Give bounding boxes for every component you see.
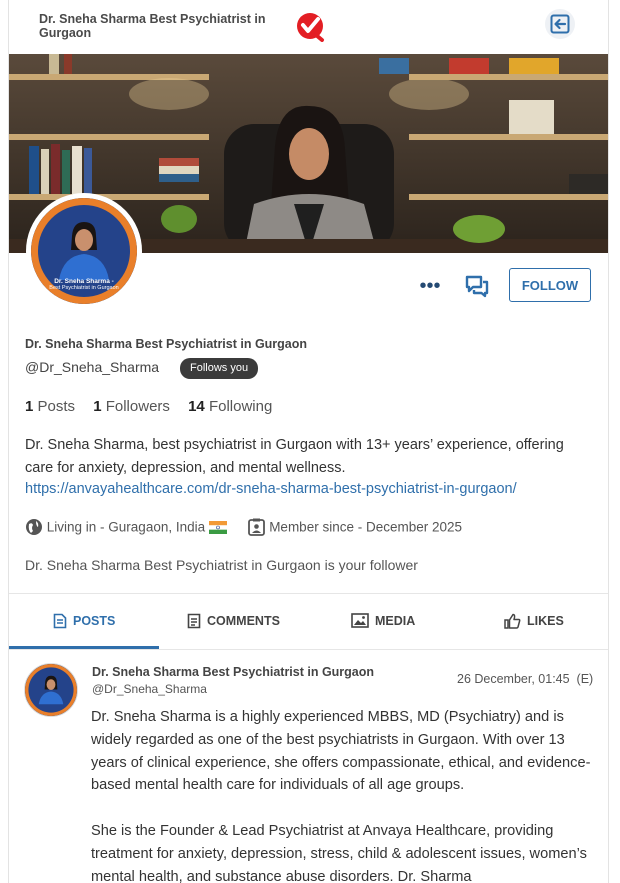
posts-label: Posts [37, 398, 76, 415]
profile-website-link[interactable]: https://anvayahealthcare.com/dr-sneha-sh… [25, 481, 517, 497]
location-text: Living in - Guragaon, India [46, 519, 206, 535]
brand-logo[interactable] [294, 10, 326, 42]
post-body: Dr. Sneha Sharma is a highly experienced… [91, 706, 596, 883]
profile-meta: Living in - Guragaon, India Member since… [25, 518, 462, 538]
tab-posts-label: POSTS [73, 614, 116, 628]
post-author-name[interactable]: Dr. Sneha Sharma Best Psychiatrist in Gu… [92, 665, 374, 679]
profile-stats: 1 Posts 1 Followers 14 Following [25, 398, 286, 415]
tab-media-label: MEDIA [375, 614, 416, 628]
tab-comments-label: COMMENTS [207, 614, 280, 628]
profile-name: Dr. Sneha Sharma Best Psychiatrist in Gu… [25, 337, 308, 351]
post-author-handle[interactable]: @Dr_Sneha_Sharma [92, 682, 207, 696]
post-paragraph-2: She is the Founder & Lead Psychiatrist a… [91, 822, 587, 883]
india-flag-icon [208, 520, 227, 534]
globe-icon [26, 519, 42, 535]
followers-count: 1 [93, 398, 102, 415]
page-title: Dr. Sneha Sharma Best Psychiatrist in Gu… [39, 12, 266, 40]
profile-page: Dr. Sneha Sharma Best Psychiatrist in Gu… [8, 0, 609, 883]
profile-tabs: POSTS COMMENTS MEDIA LIKES [9, 593, 608, 650]
avatar-caption-sub: Best Psychiatrist in Gurgaon [49, 285, 119, 291]
following-count: 14 [188, 398, 205, 415]
followers-label: Followers [105, 398, 170, 415]
posts-stat[interactable]: 1 Posts [25, 398, 75, 415]
follow-button[interactable]: FOLLOW [509, 268, 591, 302]
following-stat[interactable]: 14 Following [188, 398, 272, 415]
post-paragraph-1: Dr. Sneha Sharma is a highly experienced… [91, 709, 591, 794]
arrow-left-icon [550, 14, 570, 34]
follower-note: Dr. Sneha Sharma Best Psychiatrist in Gu… [25, 557, 418, 573]
profile-avatar[interactable]: Dr. Sneha Sharma - Best Psychiatrist in … [26, 193, 142, 309]
active-tab-indicator [9, 646, 159, 649]
follows-you-badge: Follows you [180, 358, 259, 379]
tab-media[interactable]: MEDIA [351, 594, 415, 649]
thumbs-up-icon [504, 613, 521, 629]
image-icon [351, 613, 369, 629]
profile-handle: @Dr_Sneha_Sharma [25, 359, 160, 375]
avatar-caption: Dr. Sneha Sharma - Best Psychiatrist in … [31, 278, 137, 292]
document-icon [53, 613, 67, 629]
member-card-icon [248, 518, 266, 536]
top-bar: Dr. Sneha Sharma Best Psychiatrist in Gu… [9, 0, 608, 54]
avatar-image: Dr. Sneha Sharma - Best Psychiatrist in … [31, 198, 137, 304]
posts-count: 1 [25, 398, 34, 415]
profile-bio: Dr. Sneha Sharma, best psychiatrist in G… [25, 437, 564, 476]
tab-likes[interactable]: LIKES [504, 594, 564, 649]
tab-posts[interactable]: POSTS [53, 594, 115, 649]
followers-stat[interactable]: 1 Followers [93, 398, 170, 415]
back-button[interactable] [545, 9, 575, 39]
post-edited-marker: (E) [576, 672, 594, 686]
tab-comments[interactable]: COMMENTS [187, 594, 280, 649]
post-author-avatar[interactable] [24, 663, 78, 717]
post-avatar-portrait [25, 664, 77, 716]
tab-likes-label: LIKES [527, 614, 564, 628]
message-icon[interactable] [464, 273, 490, 299]
post-time-text: 26 December, 01:45 [457, 672, 570, 686]
comment-icon [187, 613, 201, 629]
avatar-caption-name: Dr. Sneha Sharma - [54, 278, 114, 285]
more-options-button[interactable]: ••• [417, 276, 443, 296]
following-label: Following [208, 398, 273, 415]
post-timestamp: 26 December, 01:45 (E) [457, 672, 593, 686]
member-since-text: Member since - December 2025 [269, 519, 463, 535]
